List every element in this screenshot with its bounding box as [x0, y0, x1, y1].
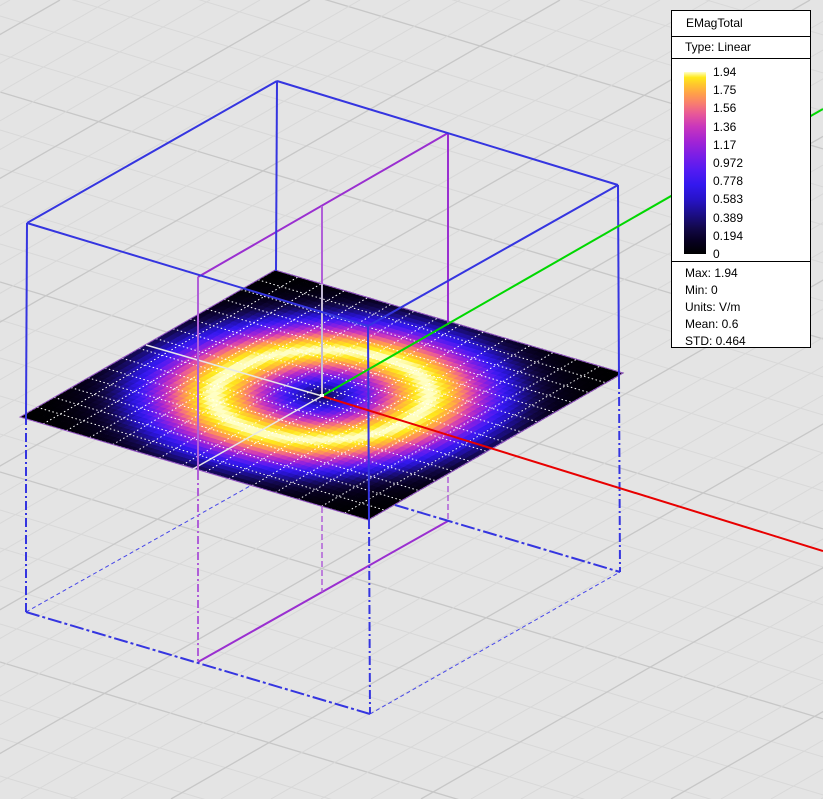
colorbar-tick-label: 0.778	[713, 174, 743, 188]
legend-stat-line: Mean: 0.6	[685, 316, 810, 333]
legend-stat-line: Max: 1.94	[685, 265, 810, 282]
results-legend: EMagTotal Type: Linear 1.941.751.561.361…	[671, 10, 811, 348]
3d-viewport[interactable]: EMagTotal Type: Linear 1.941.751.561.361…	[0, 0, 823, 799]
colorbar-tick-label: 1.75	[713, 83, 736, 97]
legend-stat-line: Min: 0	[685, 282, 810, 299]
colorbar-tick-label: 0.972	[713, 156, 743, 170]
legend-colorbar: 1.94 1.75 1.56 1.36 1.17 0.972 0.778 0.583 0.389…	[672, 59, 810, 262]
colorbar-tick-label: 0.194	[713, 229, 743, 243]
colorbar-gradient	[684, 72, 706, 254]
legend-stat-line: STD: 0.464	[685, 333, 810, 350]
colorbar-tick-label: 0	[713, 247, 720, 261]
legend-title: EMagTotal	[672, 11, 810, 37]
colorbar-tick-label: 1.94	[713, 65, 736, 79]
colorbar-tick-label: 0.389	[713, 211, 743, 225]
colorbar-tick-label: 1.56	[713, 101, 736, 115]
colorbar-tick-label: 1.36	[713, 120, 736, 134]
colorbar-tick-label: 0.583	[713, 192, 743, 206]
legend-stat-line: Units: V/m	[685, 299, 810, 316]
legend-scale-type: Type: Linear	[672, 37, 810, 59]
colorbar-tick-label: 1.17	[713, 138, 736, 152]
legend-stats: Max: 1.94Min: 0Units: V/mMean: 0.6STD: 0…	[672, 262, 810, 350]
